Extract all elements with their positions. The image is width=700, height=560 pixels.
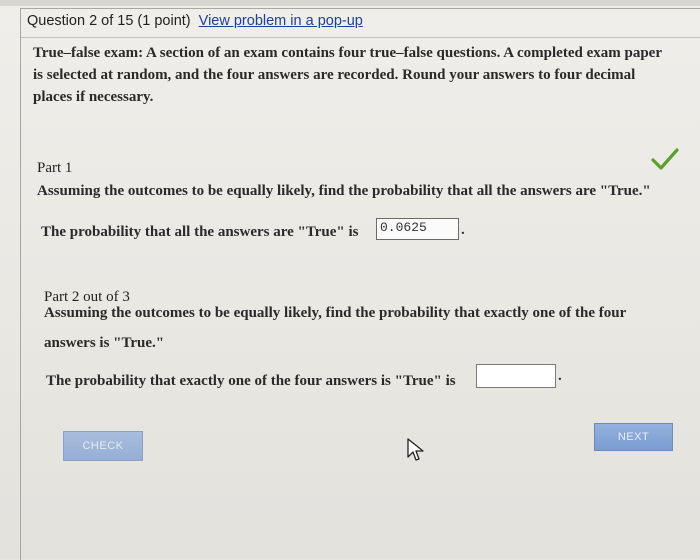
part1-answer-field[interactable]: 0.0625 (376, 218, 459, 240)
header-divider (21, 37, 700, 38)
problem-statement: True–false exam: A section of an exam co… (33, 45, 662, 105)
part1-period: . (461, 222, 465, 238)
check-button[interactable]: CHECK (63, 431, 143, 461)
top-rule (0, 0, 700, 6)
part2-period: . (558, 368, 562, 384)
part1-answer-prefix: The probability that all the answers are… (41, 224, 359, 240)
part1-question: Assuming the outcomes to be equally like… (37, 183, 651, 199)
question-label: Question 2 of 15 (1 point) (27, 13, 191, 29)
part2-answer-field[interactable] (476, 364, 556, 388)
screen-background: Question 2 of 15 (1 point) View problem … (0, 0, 700, 560)
popup-link[interactable]: View problem in a pop-up (199, 13, 363, 29)
question-header: Question 2 of 15 (1 point) View problem … (27, 13, 363, 29)
check-mark-icon (651, 148, 679, 170)
part2-question-line2: answers is "True." (44, 335, 165, 351)
part2-question-line1: Assuming the outcomes to be equally like… (44, 305, 627, 321)
part1-label: Part 1 (37, 160, 73, 176)
part2-answer-prefix: The probability that exactly one of the … (46, 373, 456, 389)
next-button[interactable]: NEXT (594, 423, 673, 451)
mouse-cursor-icon (407, 438, 424, 461)
